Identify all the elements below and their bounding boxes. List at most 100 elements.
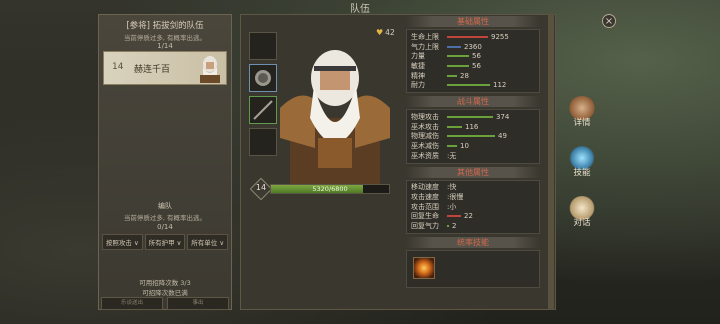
stat-label: 巫术资质 xyxy=(411,151,439,160)
combat-stats: 物理攻击 374 巫术攻击 116 物理减伤 49 巫术减伤 10 巫术资质:无 xyxy=(406,109,540,164)
stat-label: 耐力 xyxy=(411,81,425,90)
stat-row: 物理减伤 49 xyxy=(411,132,535,142)
tab-dialogue[interactable]: 对话 xyxy=(566,196,598,240)
stat-label: 物理减伤 xyxy=(411,132,439,141)
filter-row: 按照攻击 ∨ 所有护甲 ∨ 所有单位 ∨ xyxy=(102,234,229,250)
stat-label: 生命上限 xyxy=(411,32,439,41)
other-stats: 移动速度 :快 攻击速度 :很慢 攻击范围 :小 回复生命 22 回复气力 2 xyxy=(406,179,540,234)
stat-label: 巫术减伤 xyxy=(411,142,439,151)
stat-label: 回复生命 xyxy=(411,212,439,221)
stat-row: 攻击速度 :很慢 xyxy=(411,192,535,202)
heart-icon: ♥ xyxy=(376,28,384,37)
stat-row: 回复生命 22 xyxy=(411,212,535,222)
stat-row: 敏捷 56 xyxy=(411,61,535,71)
stats-column: 基础属性 生命上限 9255 气力上限 2360 力量 56 敏捷 56 精神 28 耐力 112 战… xyxy=(406,16,540,288)
hero-portrait xyxy=(280,50,390,184)
combat-stats-header: 战斗属性 xyxy=(406,96,540,108)
stat-value: 2 xyxy=(452,222,457,231)
stat-value: 112 xyxy=(493,81,507,90)
hero-avatar xyxy=(200,56,220,83)
stat-row: 巫术资质:无 xyxy=(411,151,535,161)
tab-skills[interactable]: 技能 xyxy=(566,146,598,190)
send-button[interactable]: 乐谈送出 xyxy=(101,297,163,310)
stat-label: 攻击范围 xyxy=(411,202,439,211)
window-title: 队伍 xyxy=(350,4,370,15)
stat-bar xyxy=(447,115,493,118)
recruit-status: 可招降次数已满 xyxy=(142,289,188,297)
stat-row: 巫术攻击 116 xyxy=(411,122,535,132)
hero-card[interactable]: 14 赫连千百 xyxy=(103,51,227,85)
stat-value: :小 xyxy=(447,202,457,211)
stat-row: 生命上限 9255 xyxy=(411,32,535,42)
stat-bar xyxy=(447,64,469,67)
tab-details[interactable]: 详情 xyxy=(566,96,598,140)
stat-label: 精神 xyxy=(411,71,425,80)
stat-value: :快 xyxy=(447,183,457,192)
unit-level: 14 xyxy=(255,183,267,192)
filter-unit[interactable]: 所有单位 ∨ xyxy=(187,234,229,250)
stat-label: 攻击速度 xyxy=(411,193,439,202)
stat-row: 攻击范围 :小 xyxy=(411,202,535,212)
tab-skills-label: 技能 xyxy=(573,168,591,178)
stat-bar xyxy=(447,35,488,38)
stat-bar xyxy=(447,55,469,58)
left-button-row: 乐谈送出 事出 xyxy=(101,297,229,310)
stat-row: 力量 56 xyxy=(411,51,535,61)
stat-label: 物理攻击 xyxy=(411,112,439,121)
panel-divider xyxy=(548,14,554,310)
flame-skill-icon[interactable] xyxy=(413,257,435,279)
formation-count: 0/14 xyxy=(157,223,173,231)
stat-value: 2360 xyxy=(464,42,482,51)
basic-stats: 生命上限 9255 气力上限 2360 力量 56 敏捷 56 精神 28 耐力 112 xyxy=(406,29,540,94)
team-count: 1/14 xyxy=(157,42,173,50)
stat-row: 耐力 112 xyxy=(411,80,535,90)
team-warning: 当前停质过多, 有概率出逃。 xyxy=(123,34,207,42)
stat-bar xyxy=(447,145,457,148)
skill-list xyxy=(406,250,540,288)
stat-row: 精神 28 xyxy=(411,71,535,81)
basic-stats-header: 基础属性 xyxy=(406,16,540,27)
filter-attack[interactable]: 按照攻击 ∨ xyxy=(102,234,143,250)
stat-value: 10 xyxy=(460,142,469,151)
close-icon[interactable]: × xyxy=(602,14,616,28)
stat-label: 移动速度 xyxy=(411,183,439,192)
stat-label: 力量 xyxy=(411,52,425,61)
tab-details-label: 详情 xyxy=(573,118,591,128)
stat-bar xyxy=(447,225,449,228)
team-title: [参将] 拓拔剑的队伍 xyxy=(126,21,204,31)
stat-row: 回复气力 2 xyxy=(411,221,535,231)
hero-level: 14 xyxy=(112,62,124,72)
stat-bar xyxy=(447,125,462,128)
other-stats-header: 其他属性 xyxy=(406,166,540,178)
team-list-panel: [参将] 拓拔剑的队伍 当前停质过多, 有概率出逃。 1/14 14 赫连千百 … xyxy=(98,14,232,310)
stat-bar xyxy=(447,45,461,48)
filter-armor[interactable]: 所有护甲 ∨ xyxy=(144,234,186,250)
tab-dialogue-label: 对话 xyxy=(573,218,591,228)
stat-bar xyxy=(447,84,490,87)
stat-label: 回复气力 xyxy=(411,222,439,231)
favor-indicator: ♥ 42 xyxy=(376,28,395,37)
stat-value: 28 xyxy=(460,71,469,80)
formation-warning: 当前停质过多, 有概率出逃。 xyxy=(123,214,207,222)
stat-bar xyxy=(447,135,495,138)
stat-label: 气力上限 xyxy=(411,42,439,51)
stat-label: 敏捷 xyxy=(411,61,425,70)
stat-row: 移动速度 :快 xyxy=(411,183,535,193)
stat-value: 56 xyxy=(472,52,481,61)
stat-row: 巫术减伤 10 xyxy=(411,141,535,151)
stat-label: 巫术攻击 xyxy=(411,122,439,131)
skill-header: 统率技能 xyxy=(406,237,540,248)
stat-value: :很慢 xyxy=(447,193,464,202)
recruit-count: 可用招降次数 3/3 xyxy=(139,279,191,287)
hp-text: 5320/6800 xyxy=(312,185,348,193)
stat-row: 气力上限 2360 xyxy=(411,42,535,52)
formation-title: 编队 xyxy=(158,202,172,210)
stat-value: 116 xyxy=(465,122,479,131)
stat-value: 374 xyxy=(496,112,510,121)
stat-row: 物理攻击 374 xyxy=(411,112,535,122)
stat-value: 22 xyxy=(464,212,473,221)
dispatch-button[interactable]: 事出 xyxy=(167,297,229,310)
stat-bar xyxy=(447,215,461,218)
favor-value: 42 xyxy=(385,28,395,37)
stat-value: 56 xyxy=(472,61,481,70)
